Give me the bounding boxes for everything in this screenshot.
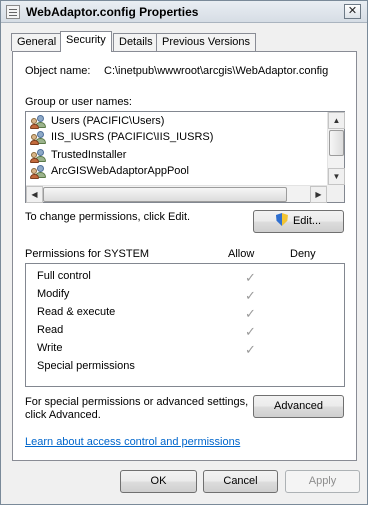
- tab-general[interactable]: General: [11, 33, 63, 51]
- object-name-label: Object name:: [25, 65, 91, 77]
- close-button[interactable]: ✕: [344, 4, 361, 19]
- allow-check-icon: ✓: [245, 288, 256, 303]
- tab-previous-versions[interactable]: Previous Versions: [156, 33, 257, 51]
- edit-button-label: Edit...: [292, 215, 322, 227]
- horizontal-scroll-thumb[interactable]: [43, 187, 287, 202]
- permission-row: Full control ✓: [37, 270, 256, 288]
- scroll-down-button[interactable]: ▼: [328, 168, 345, 185]
- scrollbar-corner: [327, 185, 344, 202]
- apply-button[interactable]: Apply: [285, 470, 360, 493]
- permission-name: Read & execute: [37, 306, 116, 318]
- group-name: ArcGISWebAdaptorAppPool: [51, 165, 189, 177]
- learn-more-link[interactable]: Learn about access control and permissio…: [25, 436, 240, 448]
- permission-name: Write: [37, 342, 63, 354]
- users-group-icon: [30, 130, 48, 146]
- horizontal-scrollbar[interactable]: ◀ ▶: [26, 185, 327, 203]
- users-group-icon: [30, 164, 48, 180]
- permission-name: Full control: [37, 270, 91, 282]
- allow-check-icon: ✓: [245, 270, 256, 285]
- permissions-header: Permissions for SYSTEM: [25, 248, 150, 260]
- group-list-label: Group or user names:: [25, 96, 132, 108]
- allow-column-header: Allow: [228, 248, 255, 260]
- window-title: WebAdaptor.config Properties: [26, 5, 199, 19]
- object-name-value: C:\inetpub\wwwroot\arcgis\WebAdaptor.con…: [104, 65, 329, 77]
- permission-row: Read & execute ✓: [37, 306, 256, 324]
- tab-details[interactable]: Details: [113, 33, 159, 51]
- edit-hint: To change permissions, click Edit.: [25, 211, 191, 223]
- permission-name: Special permissions: [37, 360, 135, 372]
- allow-check-icon: ✓: [245, 324, 256, 339]
- allow-check-icon: ✓: [245, 306, 256, 321]
- edit-button[interactable]: Edit...: [253, 210, 344, 233]
- permissions-list: Full control ✓ Modify ✓ Read & execute ✓…: [25, 263, 345, 387]
- group-name: Users (PACIFIC\Users): [51, 115, 165, 127]
- group-name: TrustedInstaller: [51, 149, 127, 161]
- permission-row: Special permissions: [37, 360, 135, 378]
- tab-security[interactable]: Security: [60, 31, 112, 52]
- users-group-icon: [30, 114, 48, 130]
- allow-check-icon: ✓: [245, 342, 256, 357]
- deny-column-header: Deny: [290, 248, 316, 260]
- advanced-hint-line2: click Advanced.: [25, 409, 101, 421]
- permission-row: Write ✓: [37, 342, 256, 360]
- uac-shield-icon: [275, 213, 288, 226]
- tab-strip: General Security Details Previous Versio…: [11, 31, 361, 52]
- ok-button[interactable]: OK: [120, 470, 197, 493]
- document-icon: [6, 5, 20, 19]
- advanced-button[interactable]: Advanced: [253, 395, 344, 418]
- users-group-icon: [30, 148, 48, 164]
- permission-name: Modify: [37, 288, 70, 300]
- scroll-right-button[interactable]: ▶: [310, 186, 327, 203]
- advanced-hint-line1: For special permissions or advanced sett…: [25, 396, 249, 408]
- permission-row: Read ✓: [37, 324, 256, 342]
- scroll-up-button[interactable]: ▲: [328, 112, 345, 129]
- group-name: IIS_IUSRS (PACIFIC\IIS_IUSRS): [51, 131, 214, 143]
- cancel-button[interactable]: Cancel: [203, 470, 278, 493]
- permission-row: Modify ✓: [37, 288, 256, 306]
- title-bar[interactable]: WebAdaptor.config Properties ✕: [1, 1, 367, 23]
- vertical-scroll-thumb[interactable]: [329, 130, 344, 156]
- scroll-left-button[interactable]: ◀: [26, 186, 43, 203]
- properties-dialog: WebAdaptor.config Properties ✕ General S…: [0, 0, 368, 505]
- permission-name: Read: [37, 324, 64, 336]
- group-user-listbox[interactable]: Users (PACIFIC\Users) IIS_IUSRS (PACIFIC…: [25, 111, 345, 203]
- vertical-scrollbar[interactable]: ▲ ▼: [327, 112, 345, 185]
